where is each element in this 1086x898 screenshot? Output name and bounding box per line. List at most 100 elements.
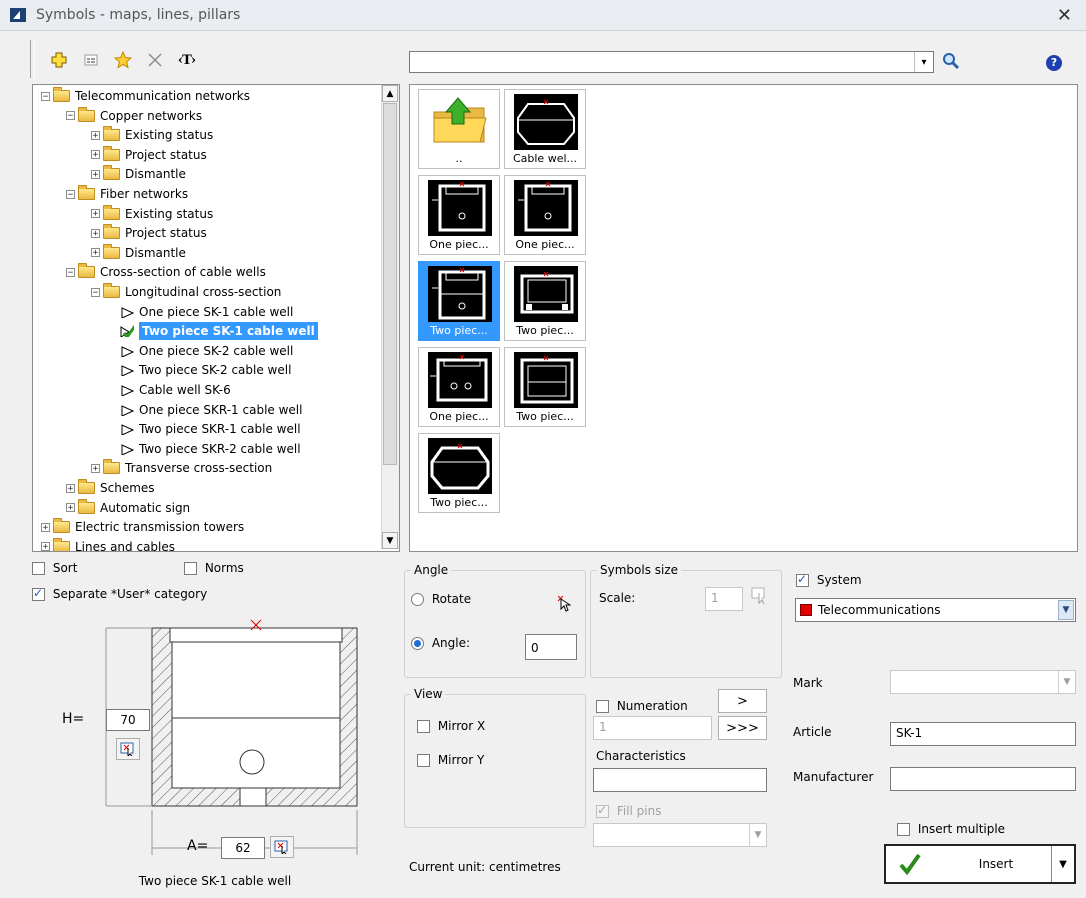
favorites-star-icon[interactable] xyxy=(112,49,134,71)
expand-icon[interactable]: + xyxy=(91,248,100,258)
tree-item[interactable]: One piece SK-1 cable well xyxy=(116,303,293,321)
close-button[interactable]: ✕ xyxy=(1057,5,1072,26)
collapse-icon[interactable]: − xyxy=(66,111,75,121)
system-select[interactable]: Telecommunications ▼ xyxy=(795,598,1076,622)
expand-icon[interactable]: + xyxy=(91,228,100,238)
symbol-thumbnail[interactable]: One piec... xyxy=(418,175,500,255)
numeration-checkbox[interactable] xyxy=(596,700,609,713)
parent-folder-thumbnail[interactable]: .. xyxy=(418,89,500,169)
tree-item[interactable]: Two piece SKR-1 cable well xyxy=(116,420,301,438)
rotate-radio[interactable] xyxy=(411,593,424,606)
tree-item[interactable]: − Fiber networks xyxy=(66,185,188,203)
tree-item[interactable]: One piece SKR-1 cable well xyxy=(116,401,302,419)
category-tree[interactable]: − Telecommunication networks − Copper netwo… xyxy=(32,84,400,552)
manufacturer-input[interactable] xyxy=(890,767,1076,791)
tree-item[interactable]: Two piece SK-2 cable well xyxy=(116,361,291,379)
tree-item[interactable]: + Lines and cables xyxy=(41,537,175,551)
scale-input[interactable]: 1 xyxy=(705,587,743,611)
tree-item[interactable]: + Existing status xyxy=(91,126,213,144)
symbol-thumbnail[interactable]: Two piec... xyxy=(418,261,500,341)
tree-item[interactable]: Cable well SK-6 xyxy=(116,381,231,399)
numeration-option[interactable]: Numeration xyxy=(596,699,688,713)
tree-item[interactable]: + Automatic sign xyxy=(66,498,190,517)
mirror-x-option[interactable]: Mirror X xyxy=(417,719,485,733)
expand-icon[interactable]: + xyxy=(91,209,100,219)
width-pick-icon[interactable] xyxy=(270,836,294,858)
height-input[interactable]: 70 xyxy=(106,709,150,731)
collapse-icon[interactable]: − xyxy=(66,189,75,199)
collapse-icon[interactable]: − xyxy=(91,287,100,297)
scroll-up-icon[interactable]: ▲ xyxy=(382,85,398,102)
mirror-y-checkbox[interactable] xyxy=(417,754,430,767)
tree-item[interactable]: Two piece SKR-2 cable well xyxy=(116,440,301,458)
symbol-thumbnail[interactable]: One piec... xyxy=(418,347,500,427)
article-input[interactable]: SK-1 xyxy=(890,722,1076,746)
symbol-thumbnail[interactable]: Two piec... xyxy=(418,433,500,513)
angle-input[interactable]: 0 xyxy=(525,634,577,660)
rotate-pick-icon[interactable] xyxy=(557,595,572,616)
tree-item[interactable]: One piece SK-2 cable well xyxy=(116,342,293,360)
fill-pins-dropdown-icon[interactable]: ▼ xyxy=(749,824,766,846)
system-checkbox[interactable] xyxy=(796,572,809,587)
symbol-thumbnail[interactable]: Two piec... xyxy=(504,261,586,341)
numeration-input[interactable]: 1 xyxy=(593,716,712,740)
search-icon[interactable] xyxy=(942,52,960,73)
search-dropdown-icon[interactable]: ▾ xyxy=(914,52,933,72)
expand-icon[interactable]: + xyxy=(41,522,50,532)
norms-checkbox[interactable] xyxy=(184,562,197,575)
properties-icon[interactable] xyxy=(80,49,102,71)
height-pick-icon[interactable] xyxy=(116,738,140,760)
norms-option[interactable]: Norms xyxy=(184,561,244,575)
expand-icon[interactable]: + xyxy=(91,169,100,179)
scale-pick-icon[interactable] xyxy=(751,587,769,608)
system-option[interactable]: System xyxy=(796,572,862,587)
search-combo[interactable]: ▾ xyxy=(409,51,934,73)
insert-multiple-checkbox[interactable] xyxy=(897,823,910,836)
expand-icon[interactable]: + xyxy=(41,542,50,551)
tree-scrollbar[interactable]: ▲ ▼ xyxy=(381,85,399,549)
text-tool-button[interactable]: ‹T› xyxy=(176,49,198,71)
insert-dropdown-icon[interactable]: ▼ xyxy=(1051,846,1074,882)
help-icon[interactable]: ? xyxy=(1046,55,1062,71)
symbol-gallery[interactable]: .. Cable wel... One piec... One piec... Two … xyxy=(409,84,1078,552)
separate-user-checkbox[interactable] xyxy=(32,586,45,601)
tree-item[interactable]: + Project status xyxy=(91,145,207,164)
numeration-all-button[interactable]: >>> xyxy=(718,716,767,740)
tree-item[interactable]: + Existing status xyxy=(91,204,213,223)
mirror-x-checkbox[interactable] xyxy=(417,720,430,733)
scroll-down-icon[interactable]: ▼ xyxy=(382,532,398,549)
tree-item[interactable]: + Dismantle xyxy=(91,243,186,262)
width-input[interactable]: 62 xyxy=(221,837,265,859)
tree-item[interactable]: − Longitudinal cross-section xyxy=(91,283,281,301)
add-icon[interactable] xyxy=(48,49,70,71)
expand-icon[interactable]: + xyxy=(91,463,100,473)
tree-item[interactable]: + Electric transmission towers xyxy=(41,518,244,536)
symbol-thumbnail[interactable]: Two piec... xyxy=(504,347,586,427)
tree-item[interactable]: + Project status xyxy=(91,224,207,242)
characteristics-input[interactable] xyxy=(593,768,767,792)
tree-item[interactable]: − Copper networks xyxy=(66,106,202,125)
insert-multiple-option[interactable]: Insert multiple xyxy=(897,822,1005,836)
mark-select[interactable]: ▼ xyxy=(890,670,1076,694)
sort-option[interactable]: Sort xyxy=(32,561,77,575)
numeration-next-button[interactable]: > xyxy=(718,689,767,713)
expand-icon[interactable]: + xyxy=(66,503,75,513)
mark-dropdown-icon[interactable]: ▼ xyxy=(1058,671,1075,693)
tree-item[interactable]: − Cross-section of cable wells xyxy=(66,263,266,281)
collapse-icon[interactable]: − xyxy=(66,267,75,277)
angle-radio[interactable] xyxy=(411,637,424,650)
tree-item[interactable]: + Schemes xyxy=(66,479,155,497)
scroll-thumb[interactable] xyxy=(383,103,397,465)
symbol-thumbnail[interactable]: Cable wel... xyxy=(504,89,586,169)
sort-checkbox[interactable] xyxy=(32,562,45,575)
insert-button[interactable]: Insert xyxy=(946,857,1046,871)
expand-icon[interactable]: + xyxy=(91,150,100,160)
expand-icon[interactable]: + xyxy=(91,130,100,140)
fill-pins-option[interactable]: Fill pins xyxy=(596,803,661,818)
tree-item[interactable]: + Dismantle xyxy=(91,165,186,183)
fill-pins-select[interactable]: ▼ xyxy=(593,823,767,847)
separate-user-option[interactable]: Separate *User* category xyxy=(32,586,207,601)
mirror-y-option[interactable]: Mirror Y xyxy=(417,753,484,767)
symbol-thumbnail[interactable]: One piec... xyxy=(504,175,586,255)
angle-option[interactable]: Angle: xyxy=(411,636,470,650)
